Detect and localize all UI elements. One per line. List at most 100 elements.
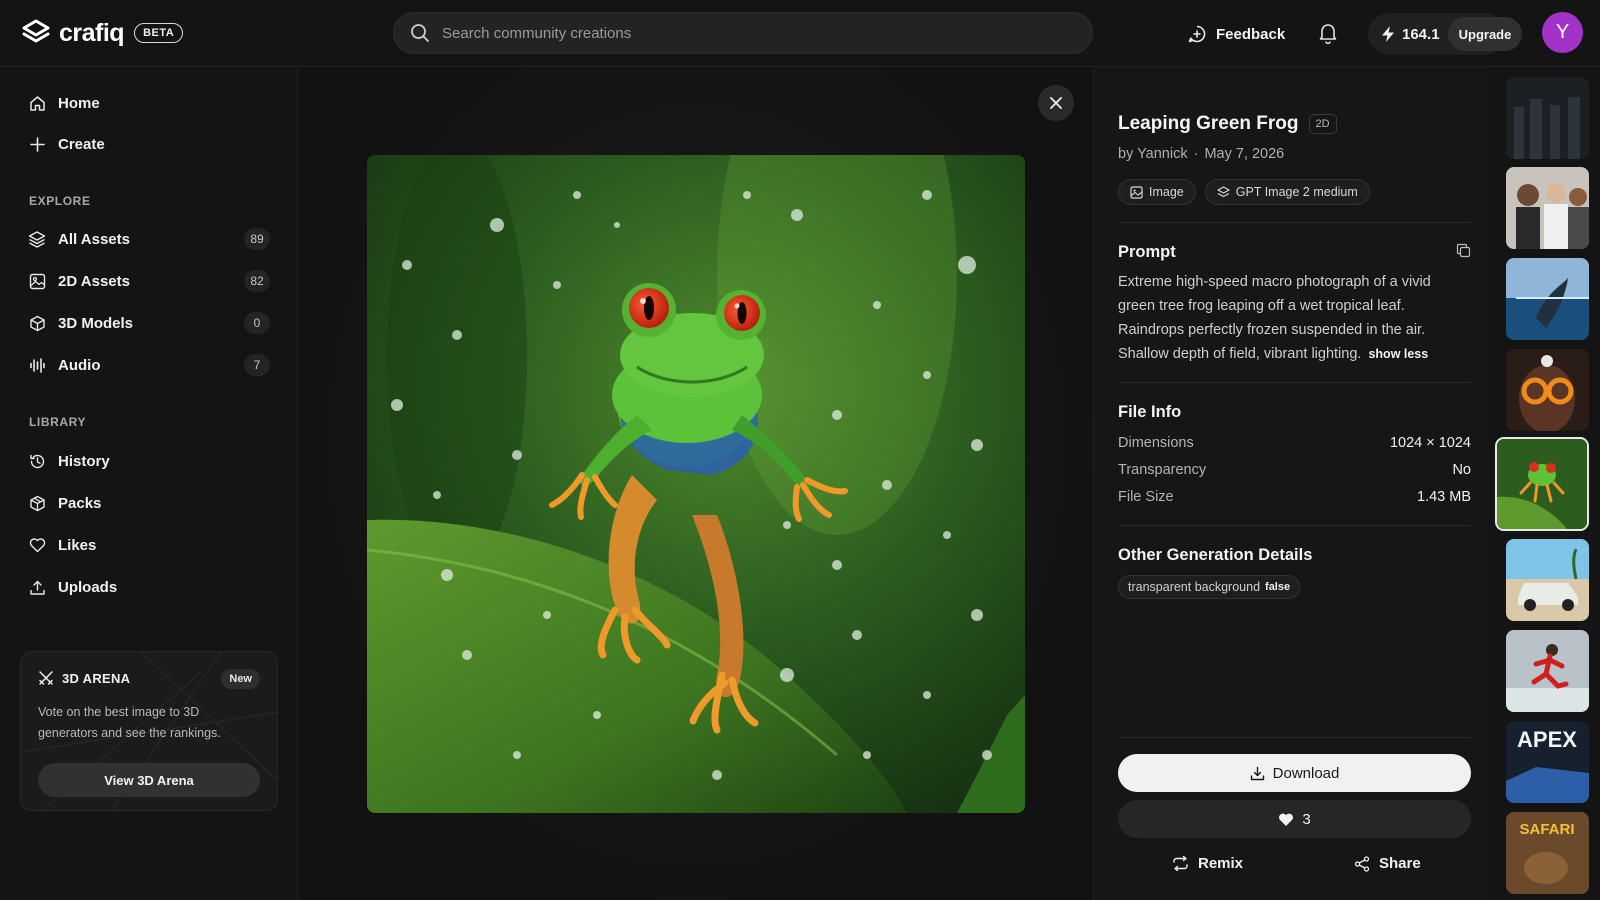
file-info-heading: File Info <box>1118 403 1182 421</box>
model-icon <box>1217 185 1230 197</box>
info-key: File Size <box>1118 489 1174 505</box>
brand-name: crafiq <box>59 18 125 47</box>
detail-value: false <box>1265 581 1291 593</box>
search-input[interactable] <box>442 24 1042 42</box>
thumbnail[interactable]: APEX <box>1506 721 1589 803</box>
chip-model[interactable]: GPT Image 2 medium <box>1204 179 1370 205</box>
divider <box>1118 737 1471 738</box>
sidebar-item-label: Audio <box>58 356 101 374</box>
download-button[interactable]: Download <box>1118 754 1471 792</box>
sidebar-item-label: History <box>58 452 110 470</box>
explore-section-label: EXPLORE <box>29 194 91 208</box>
remix-label: Remix <box>1198 855 1244 872</box>
thumbnail-active[interactable] <box>1495 437 1589 531</box>
sidebar-item-packs[interactable]: Packs <box>28 490 270 516</box>
arena-description: Vote on the best image to 3D generators … <box>38 705 221 740</box>
thumbnail-image <box>1506 630 1589 712</box>
new-badge: New <box>221 669 260 689</box>
notifications-button[interactable] <box>1318 22 1338 44</box>
sidebar-item-create[interactable]: Create <box>28 131 270 157</box>
like-count: 3 <box>1302 810 1311 828</box>
prompt-text-block: Extreme high-speed macro photograph of a… <box>1118 270 1456 366</box>
info-value: No <box>1452 462 1471 478</box>
thumbnail-image: SAFARI <box>1506 812 1589 894</box>
thumbnail[interactable] <box>1506 167 1589 249</box>
credits-amount: 164.1 <box>1402 25 1440 43</box>
thumbnail-image <box>1506 539 1589 621</box>
arena-title: 3D ARENA <box>62 670 131 686</box>
count-badge: 89 <box>244 228 270 250</box>
file-info-file-size: File Size 1.43 MB <box>1118 489 1471 509</box>
share-button[interactable]: Share <box>1354 855 1421 872</box>
chip-label: GPT Image 2 medium <box>1235 185 1358 199</box>
sidebar-item-2d-assets[interactable]: 2D Assets 82 <box>28 268 270 294</box>
separator-dot: · <box>1193 146 1199 162</box>
sidebar-item-history[interactable]: History <box>28 448 270 474</box>
info-value: 1024 × 1024 <box>1389 435 1471 451</box>
sidebar-item-audio[interactable]: Audio 7 <box>28 352 270 378</box>
sidebar-item-3d-models[interactable]: 3D Models 0 <box>28 310 270 336</box>
history-icon <box>28 452 46 470</box>
thumbnail[interactable] <box>1506 349 1589 431</box>
sidebar-item-label: Likes <box>58 536 97 554</box>
thumbnail[interactable] <box>1506 77 1589 159</box>
thumbnail-logo-text: SAFARI <box>1519 821 1574 838</box>
thumbnail-image: APEX <box>1506 721 1589 803</box>
copy-icon <box>1456 243 1471 258</box>
thumbnail[interactable] <box>1506 630 1589 712</box>
asset-image[interactable] <box>367 155 1025 813</box>
info-key: Dimensions <box>1118 435 1194 451</box>
count-badge: 0 <box>244 312 270 334</box>
thumbnail[interactable] <box>1506 539 1589 621</box>
3d-arena-card: 3D ARENA New Vote on the best image to 3… <box>20 651 278 811</box>
sidebar-item-all-assets[interactable]: All Assets 89 <box>28 226 270 252</box>
author-link[interactable]: by Yannick <box>1118 146 1188 162</box>
download-label: Download <box>1272 764 1340 782</box>
thumbnail-logo-text: APEX <box>1517 727 1577 752</box>
search-icon <box>411 24 429 42</box>
arena-header: 3D ARENA <box>38 670 130 686</box>
file-info-transparency: Transparency No <box>1118 462 1471 482</box>
sidebar-item-home[interactable]: Home <box>28 90 270 116</box>
like-button[interactable]: 3 <box>1118 800 1471 838</box>
detail-key: transparent background <box>1128 580 1261 594</box>
sidebar-item-label: Home <box>58 94 100 112</box>
thumbnail-image <box>1506 77 1589 159</box>
other-details-heading: Other Generation Details <box>1118 546 1313 564</box>
thumbnail-image <box>1506 167 1589 249</box>
divider <box>1118 382 1471 383</box>
thumbnail[interactable]: SAFARI <box>1506 812 1589 894</box>
asset-chips: Image GPT Image 2 medium <box>1118 179 1370 205</box>
search-bar[interactable] <box>393 12 1093 54</box>
chip-label: Image <box>1149 185 1184 199</box>
prompt-heading: Prompt <box>1118 243 1176 261</box>
remix-button[interactable]: Remix <box>1172 855 1243 872</box>
sidebar-item-label: All Assets <box>58 230 130 248</box>
brand-logo[interactable]: crafiq BETA <box>22 17 184 49</box>
upload-icon <box>28 578 46 596</box>
chip-image[interactable]: Image <box>1118 179 1196 205</box>
asset-title-row: Leaping Green Frog 2D <box>1118 113 1337 135</box>
view-3d-arena-button[interactable]: View 3D Arena <box>38 763 260 797</box>
sidebar-item-label: Packs <box>58 494 102 512</box>
feedback-label: Feedback <box>1216 25 1286 43</box>
close-viewer-button[interactable] <box>1038 85 1074 121</box>
feedback-button[interactable]: Feedback <box>1187 20 1285 48</box>
copy-prompt-button[interactable] <box>1456 243 1471 258</box>
file-info-dimensions: Dimensions 1024 × 1024 <box>1118 435 1471 455</box>
frog-artwork <box>367 155 1025 813</box>
count-badge: 7 <box>244 354 270 376</box>
show-less-link[interactable]: show less <box>1368 347 1428 361</box>
home-icon <box>28 94 46 112</box>
divider <box>1118 525 1471 526</box>
sidebar-item-likes[interactable]: Likes <box>28 532 270 558</box>
divider <box>1118 222 1471 223</box>
heart-icon <box>28 536 46 554</box>
user-avatar[interactable]: Y <box>1542 12 1583 53</box>
bell-icon <box>1319 24 1337 44</box>
close-icon <box>1050 97 1062 109</box>
sidebar-item-uploads[interactable]: Uploads <box>28 574 270 600</box>
info-value: 1.43 MB <box>1417 489 1471 505</box>
thumbnail[interactable] <box>1506 258 1589 340</box>
upgrade-button[interactable]: Upgrade <box>1448 17 1522 51</box>
